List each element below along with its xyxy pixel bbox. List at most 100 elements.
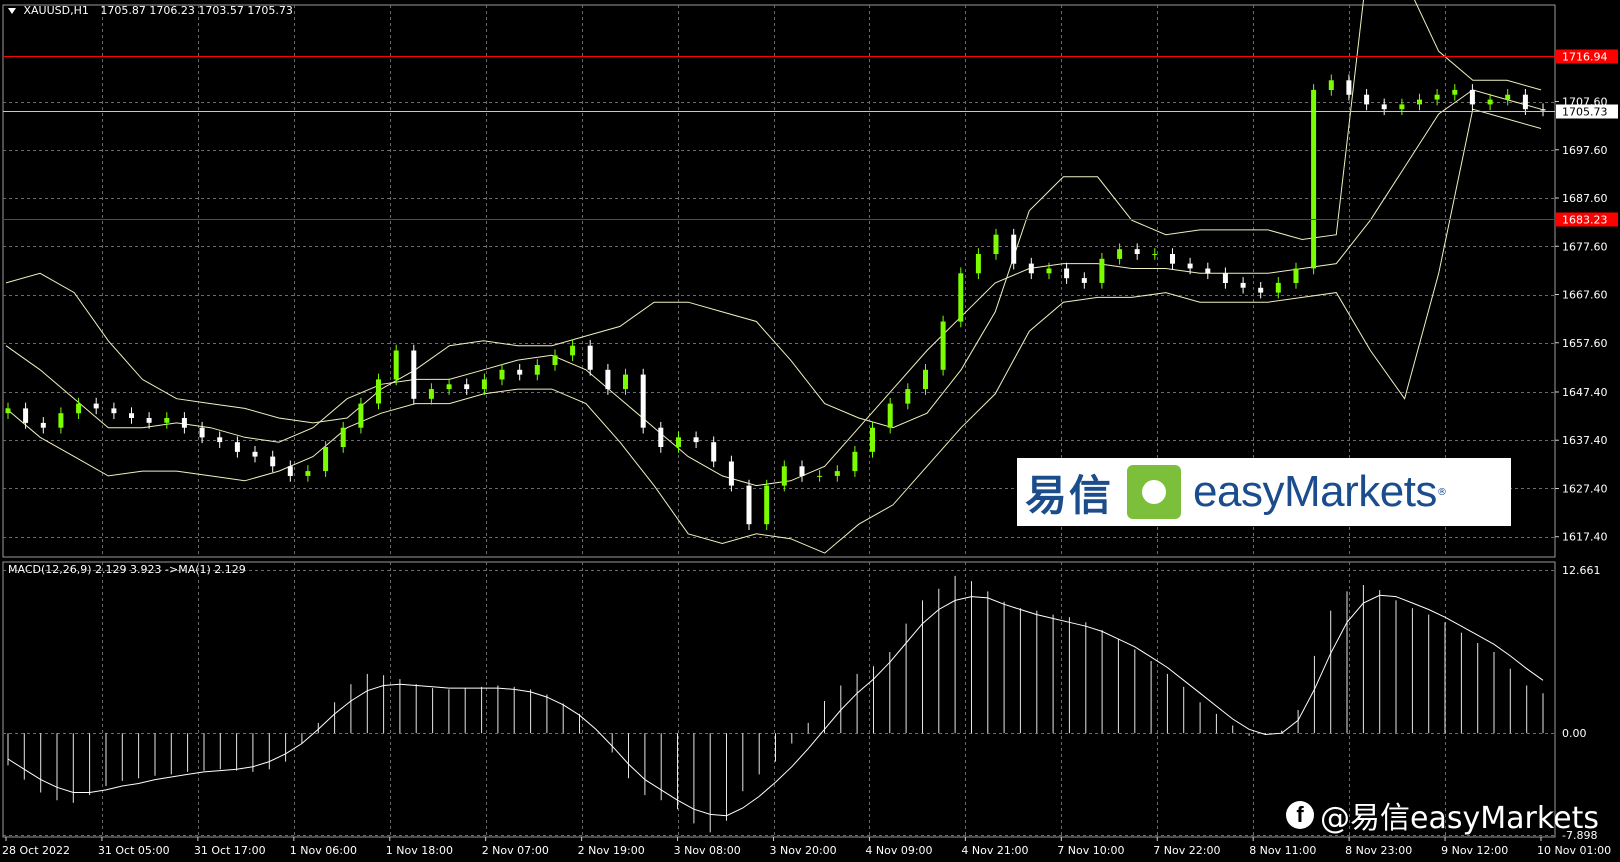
candle-body	[446, 384, 452, 390]
candle-body	[217, 437, 223, 443]
candle-body	[234, 442, 240, 452]
time-tick-label: 8 Nov 11:00	[1249, 844, 1316, 857]
candle-body	[481, 379, 487, 390]
candle-body	[658, 427, 664, 447]
time-tick-label: 1 Nov 06:00	[290, 844, 357, 857]
candle-body	[570, 345, 576, 356]
price-tick-label: 1687.60	[1562, 192, 1608, 205]
price-chart[interactable]: 1716.941683.231705.73 1707.601697.601687…	[0, 0, 1620, 862]
brand-logo: 易信 easyMarkets ®	[1017, 458, 1511, 526]
candle-body	[23, 408, 29, 423]
time-tick-label: 4 Nov 21:00	[961, 844, 1028, 857]
candle-body	[852, 451, 858, 472]
candle-body	[93, 403, 99, 409]
candle-body	[1028, 263, 1034, 274]
candle-body	[676, 437, 681, 447]
candle-body	[1381, 104, 1387, 110]
price-tick-label: 1657.60	[1562, 337, 1608, 350]
candle-body	[1011, 234, 1017, 264]
price-tick-label: 1697.60	[1562, 144, 1608, 157]
time-tick-label: 7 Nov 22:00	[1153, 844, 1220, 857]
candle-body	[711, 442, 717, 462]
candle-body	[1099, 258, 1105, 283]
candle-body	[340, 427, 346, 447]
candle-body	[1311, 89, 1317, 269]
time-tick-label: 1 Nov 18:00	[386, 844, 453, 857]
candle-body	[393, 350, 399, 380]
candle-body	[1346, 80, 1352, 95]
candle-body	[517, 369, 523, 375]
candle-body	[975, 254, 981, 274]
candle-body	[1240, 282, 1246, 288]
macd-info: MACD(12,26,9) 2.129 3.923 ->MA(1) 2.129	[8, 563, 246, 576]
candle-body	[781, 466, 787, 486]
candle-body	[411, 350, 417, 399]
candle-body	[428, 389, 434, 399]
candle-body	[252, 451, 258, 457]
logo-registered-mark: ®	[1436, 486, 1447, 498]
candle-body	[534, 365, 540, 375]
candle-body	[887, 403, 893, 428]
candle-body	[552, 355, 558, 365]
level-label: 1716.94	[1562, 51, 1608, 64]
candle-body	[746, 485, 752, 525]
watermark-text: @易信easyMarkets	[1320, 801, 1599, 836]
candle-body	[640, 374, 646, 428]
level-label: 1683.23	[1562, 214, 1608, 227]
macd-tick-label: 0.00	[1562, 727, 1587, 740]
candle-body	[1469, 89, 1475, 105]
candle-body	[270, 456, 276, 467]
macd-signal-line	[7, 594, 1544, 817]
candle-body	[587, 345, 593, 370]
candle-body	[764, 485, 770, 525]
candle-body	[870, 427, 875, 452]
time-tick-label: 8 Nov 23:00	[1345, 844, 1412, 857]
price-tick-label: 1637.40	[1562, 434, 1608, 447]
price-tick-label: 1647.40	[1562, 386, 1608, 399]
candle-body	[58, 413, 64, 428]
candle-body	[1505, 94, 1511, 100]
candle-body	[1081, 278, 1087, 283]
band-middle	[5, 89, 1542, 487]
candle-body	[40, 422, 46, 428]
candle-body	[1452, 89, 1458, 95]
candle-body	[1205, 268, 1211, 274]
candle-body	[1258, 287, 1264, 293]
time-tick-label: 28 Oct 2022	[2, 844, 70, 857]
candle-body	[76, 403, 82, 414]
candle-body	[464, 384, 470, 390]
candle-body	[1275, 282, 1281, 293]
candle-body	[1293, 268, 1299, 283]
time-tick-label: 9 Nov 12:00	[1441, 844, 1508, 857]
candle-body	[199, 427, 205, 438]
watermark: f @易信easyMarkets	[1286, 793, 1599, 837]
candle-body	[1170, 254, 1175, 264]
candle-body	[111, 408, 117, 414]
time-tick-label: 3 Nov 08:00	[674, 844, 741, 857]
candle-body	[605, 369, 611, 390]
time-tick-label: 2 Nov 07:00	[482, 844, 549, 857]
logo-mark-icon	[1127, 465, 1182, 519]
time-tick-label: 4 Nov 09:00	[865, 844, 932, 857]
grid	[2, 4, 1556, 838]
time-tick-label: 31 Oct 05:00	[98, 844, 170, 857]
candle-body	[1364, 94, 1370, 105]
candle-body	[958, 273, 964, 322]
collapse-triangle-icon[interactable]	[8, 8, 16, 14]
candle-body	[693, 437, 699, 443]
candle-body	[287, 466, 293, 476]
candle-body	[181, 418, 187, 428]
candle-body	[376, 379, 381, 404]
candle-body	[146, 418, 152, 423]
ohlc-values: 1705.87 1706.23 1703.57 1705.73	[100, 4, 293, 17]
price-tick-label: 1707.60	[1562, 96, 1608, 109]
candle-body	[1328, 80, 1334, 90]
facebook-icon: f	[1286, 801, 1314, 829]
candle-body	[834, 471, 840, 476]
candle-body	[323, 447, 329, 472]
candle-body	[305, 471, 311, 476]
symbol-info: XAUUSD,H1 1705.87 1706.23 1703.57 1705.7…	[8, 4, 293, 17]
price-levels: 1716.941683.231705.73	[3, 49, 1618, 227]
candle-body	[940, 321, 946, 370]
price-tick-label: 1677.60	[1562, 240, 1608, 253]
